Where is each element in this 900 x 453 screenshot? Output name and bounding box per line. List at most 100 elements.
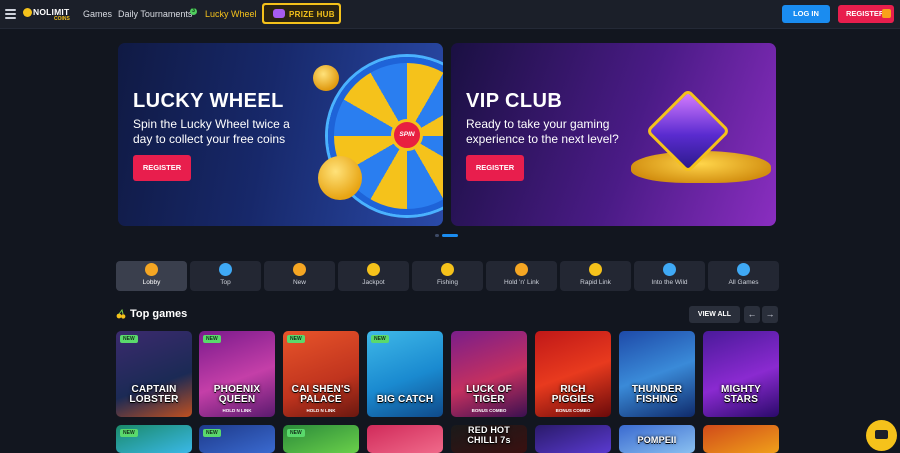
carousel-dot[interactable] — [435, 234, 439, 237]
next-arrow-icon[interactable]: → — [762, 306, 778, 323]
new-badge: NEW — [287, 429, 305, 437]
category-label: New — [292, 279, 306, 286]
register-button[interactable]: REGISTER — [838, 5, 894, 23]
game-title: POMPEII — [637, 435, 677, 445]
category-rapid-link[interactable]: Rapid Link — [560, 261, 631, 291]
category-lobby[interactable]: Lobby — [116, 261, 187, 291]
tournaments-count-badge: 3 — [190, 8, 197, 15]
banner-register-button[interactable]: REGISTER — [466, 155, 524, 181]
lucky-wheel-banner[interactable]: SPIN LUCKY WHEEL Spin the Lucky Wheel tw… — [118, 43, 443, 226]
game-tile[interactable]: POMPEII — [619, 425, 695, 453]
new-badge: NEW — [203, 429, 221, 437]
chat-button[interactable] — [866, 420, 897, 451]
hold-link-icon — [515, 263, 528, 276]
login-button[interactable]: LOG IN — [782, 5, 830, 23]
chat-icon — [875, 430, 888, 439]
new-icon — [293, 263, 306, 276]
game-tile[interactable] — [535, 425, 611, 453]
coin-icon — [318, 156, 362, 200]
top-icon — [219, 263, 232, 276]
flag-icon — [589, 263, 602, 276]
category-label: All Games — [728, 279, 759, 286]
category-top[interactable]: Top — [190, 261, 261, 291]
game-tile[interactable]: MIGHTY STARS — [703, 331, 779, 417]
nav-lucky-wheel[interactable]: Lucky Wheel — [205, 9, 257, 19]
game-title: CAI SHEN'S PALACE — [291, 384, 351, 405]
top-bar: NOLIMIT COINS Games Daily Tournaments 3 … — [0, 0, 900, 29]
category-hold-n-link[interactable]: Hold 'n' Link — [486, 261, 557, 291]
game-subtitle: BONUS COMBO — [555, 408, 591, 413]
logo[interactable]: NOLIMIT COINS — [23, 7, 71, 22]
nav-daily-tournaments[interactable]: Daily Tournaments — [118, 9, 192, 19]
gift-icon — [882, 9, 891, 18]
category-jackpot[interactable]: Jackpot — [338, 261, 409, 291]
section-title: Top games — [130, 308, 188, 320]
game-tile[interactable]: NEW CAPTAIN LOBSTER — [116, 331, 192, 417]
new-badge: NEW — [371, 335, 389, 343]
game-subtitle: HOLD N LINK — [306, 408, 336, 413]
category-fishing[interactable]: Fishing — [412, 261, 483, 291]
prize-hub-label: PRIZE HUB — [289, 10, 335, 19]
coin-icon — [313, 65, 339, 91]
banner-subtitle: Ready to take your gaming experience to … — [466, 117, 619, 146]
game-title: CAPTAIN LOBSTER — [129, 384, 179, 405]
game-tile[interactable]: NEW BIG CATCH — [367, 331, 443, 417]
menu-icon[interactable] — [5, 9, 16, 19]
spin-hub: SPIN — [391, 119, 423, 151]
game-title: PHOENIX QUEEN — [213, 384, 261, 405]
banner-title: VIP CLUB — [466, 90, 563, 112]
carousel-dot-active[interactable] — [442, 234, 458, 237]
new-badge: NEW — [120, 429, 138, 437]
game-tile[interactable]: NEW — [283, 425, 359, 453]
gamepad-icon — [737, 263, 750, 276]
game-tile[interactable]: NEW — [199, 425, 275, 453]
fish-icon — [441, 263, 454, 276]
game-title: RED HOT CHILLI 7s — [467, 425, 511, 445]
category-new[interactable]: New — [264, 261, 335, 291]
game-tile[interactable]: NEW PHOENIX QUEEN HOLD N LINK — [199, 331, 275, 417]
game-title: MIGHTY STARS — [720, 384, 762, 405]
game-title: LUCK OF TIGER — [466, 384, 512, 405]
game-tile[interactable]: THUNDER FISHING — [619, 331, 695, 417]
prev-arrow-icon[interactable]: ← — [744, 306, 760, 323]
game-tile[interactable] — [703, 425, 779, 453]
banner-register-button[interactable]: REGISTER — [133, 155, 191, 181]
category-label: Fishing — [437, 279, 458, 286]
category-label: Into the Wild — [651, 279, 688, 286]
new-badge: NEW — [287, 335, 305, 343]
game-tile[interactable]: NEW — [116, 425, 192, 453]
category-all-games[interactable]: All Games — [708, 261, 779, 291]
game-title: BIG CATCH — [376, 394, 434, 405]
category-label: Lobby — [142, 279, 161, 286]
category-label: Jackpot — [362, 279, 385, 286]
game-subtitle: BONUS COMBO — [471, 408, 507, 413]
nav-games[interactable]: Games — [83, 9, 112, 19]
paw-icon — [663, 263, 676, 276]
cherry-icon — [116, 309, 126, 319]
banner-subtitle: Spin the Lucky Wheel twice a day to coll… — [133, 117, 290, 146]
lobby-icon — [145, 263, 158, 276]
category-into-the-wild[interactable]: Into the Wild — [634, 261, 705, 291]
game-tile[interactable]: RICH PIGGIES BONUS COMBO — [535, 331, 611, 417]
vip-club-banner[interactable]: VIP CLUB Ready to take your gaming exper… — [451, 43, 776, 226]
trophy-icon — [367, 263, 380, 276]
game-title: RICH PIGGIES — [551, 384, 595, 405]
category-label: Hold 'n' Link — [503, 279, 539, 286]
register-label: REGISTER — [846, 9, 885, 18]
prize-hub-button[interactable]: PRIZE HUB — [262, 3, 341, 24]
game-subtitle: HOLD N LINK — [222, 408, 252, 413]
logo-subtext: COINS — [54, 16, 70, 22]
banner-title: LUCKY WHEEL — [133, 90, 284, 112]
game-tile[interactable]: RED HOT CHILLI 7s — [451, 425, 527, 453]
category-label: Rapid Link — [580, 279, 611, 286]
game-tile[interactable]: LUCK OF TIGER BONUS COMBO — [451, 331, 527, 417]
new-badge: NEW — [203, 335, 221, 343]
game-tile[interactable] — [367, 425, 443, 453]
new-badge: NEW — [120, 335, 138, 343]
game-tile[interactable]: NEW CAI SHEN'S PALACE HOLD N LINK — [283, 331, 359, 417]
category-label: Top — [220, 279, 231, 286]
game-title: THUNDER FISHING — [631, 384, 683, 405]
coin-logo-icon — [23, 8, 32, 17]
view-all-button[interactable]: VIEW ALL — [689, 306, 740, 323]
gamepad-icon — [273, 9, 285, 18]
